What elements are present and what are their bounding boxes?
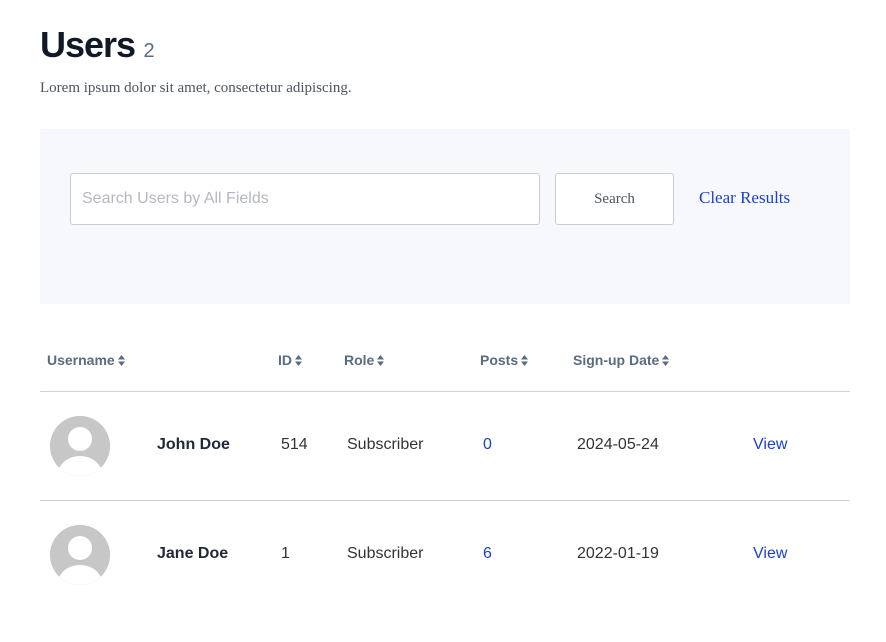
column-header-label: Role <box>344 352 375 368</box>
sort-icon <box>662 355 670 366</box>
username-cell: John Doe <box>157 436 230 453</box>
username-cell: Jane Doe <box>157 545 229 562</box>
view-user-link[interactable]: View <box>753 436 787 454</box>
search-button[interactable]: Search <box>555 173 674 225</box>
sort-icon <box>295 355 302 366</box>
sort-icon <box>521 355 529 366</box>
users-table: Username ID Role Posts Sign-up Date John… <box>40 330 850 610</box>
column-header-signup-date[interactable]: Sign-up Date <box>573 352 670 368</box>
column-header-label: Sign-up Date <box>573 352 660 368</box>
column-header-posts[interactable]: Posts <box>480 352 529 368</box>
posts-count-link[interactable]: 0 <box>483 436 492 454</box>
signup-date-cell: 2022-01-19 <box>577 545 659 562</box>
column-header-label: ID <box>278 352 292 368</box>
posts-count-link[interactable]: 6 <box>483 545 492 563</box>
user-avatar-icon <box>50 416 110 476</box>
user-count-badge: 2 <box>143 40 155 62</box>
page-title: Users <box>40 24 136 65</box>
page-header: Users 2 <box>40 24 155 66</box>
table-header: Username ID Role Posts Sign-up Date <box>40 330 850 392</box>
table-row: Jane Doe 1 Subscriber 6 2022-01-19 View <box>40 501 850 610</box>
role-cell: Subscriber <box>347 545 424 562</box>
column-header-role[interactable]: Role <box>344 352 385 368</box>
sort-icon <box>117 355 125 366</box>
role-cell: Subscriber <box>347 436 424 453</box>
column-header-username[interactable]: Username <box>47 352 125 368</box>
column-header-label: Username <box>47 352 115 368</box>
signup-date-cell: 2024-05-24 <box>577 436 659 453</box>
column-header-label: Posts <box>480 352 519 368</box>
id-cell: 1 <box>281 545 290 562</box>
view-user-link[interactable]: View <box>753 545 787 563</box>
sort-icon <box>377 355 385 366</box>
user-avatar-icon <box>50 525 110 585</box>
page-subtitle: Lorem ipsum dolor sit amet, consectetur … <box>40 80 352 96</box>
search-input[interactable] <box>70 173 540 225</box>
id-cell: 514 <box>281 436 308 453</box>
column-header-id[interactable]: ID <box>278 352 302 368</box>
clear-results-link[interactable]: Clear Results <box>699 188 790 208</box>
table-row: John Doe 514 Subscriber 0 2024-05-24 Vie… <box>40 392 850 501</box>
search-panel: Search Clear Results <box>40 129 850 304</box>
